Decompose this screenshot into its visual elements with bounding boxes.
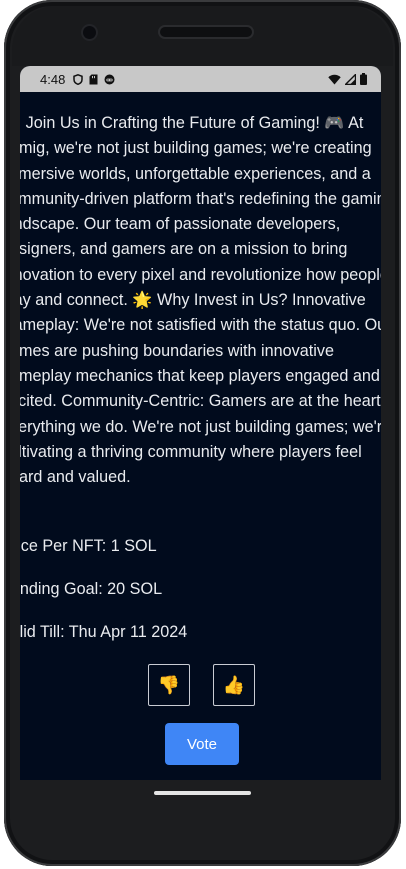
navigation-bar — [20, 780, 381, 810]
front-camera — [83, 26, 96, 39]
downvote-button[interactable]: 👎 — [148, 664, 190, 706]
earpiece-speaker — [160, 27, 252, 37]
project-detail: 🚀 Join Us in Crafting the Future of Gami… — [20, 92, 381, 780]
status-bar: 4:48 — [20, 66, 381, 92]
signal-icon — [345, 73, 356, 85]
valid-till: Valid Till: Thu Apr 11 2024 — [20, 623, 188, 641]
status-time: 4:48 — [40, 71, 66, 87]
battery-icon — [360, 73, 367, 85]
thumbs-down-icon: 👎 — [157, 674, 181, 696]
project-description: 🚀 Join Us in Crafting the Future of Gami… — [20, 114, 381, 487]
funding-goal: Funding Goal: 20 SOL — [20, 580, 163, 598]
shield-icon — [73, 73, 84, 85]
upvote-button[interactable]: 👍 — [213, 664, 255, 706]
thumbs-up-icon: 👍 — [222, 674, 246, 696]
price-per-nft: Price Per NFT: 1 SOL — [20, 537, 157, 555]
wifi-icon — [328, 74, 341, 84]
home-gesture-handle[interactable] — [154, 791, 251, 795]
sd-card-icon — [89, 74, 98, 84]
android-icon — [104, 74, 115, 84]
vote-button[interactable]: Vote — [165, 723, 239, 765]
app-screen: 4:48 🚀 Join Us in Crafting the Future of… — [20, 66, 381, 780]
